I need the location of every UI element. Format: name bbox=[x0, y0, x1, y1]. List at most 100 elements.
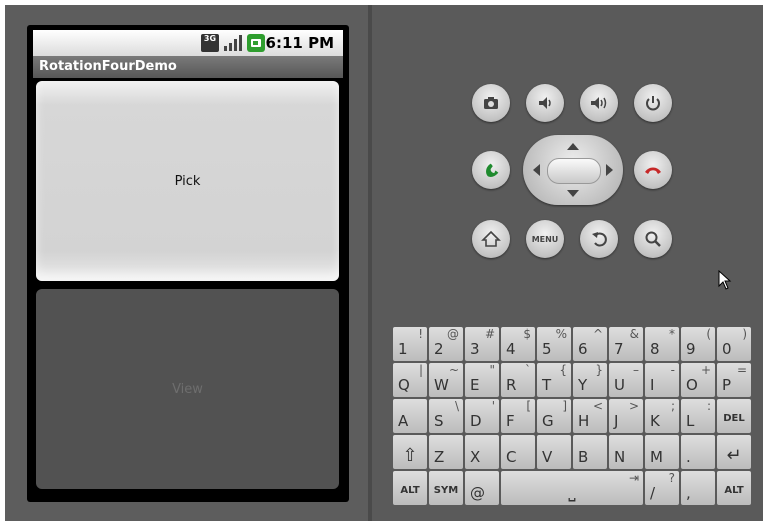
key-2-7[interactable]: K; bbox=[645, 399, 679, 433]
view-button[interactable]: View bbox=[36, 289, 339, 489]
key-label: P bbox=[722, 376, 732, 394]
key-3-7[interactable]: M bbox=[645, 435, 679, 469]
dpad-up-icon[interactable] bbox=[567, 143, 579, 150]
dpad[interactable] bbox=[523, 135, 623, 205]
key-label: Q bbox=[398, 376, 410, 394]
key-1-0[interactable]: Q | bbox=[393, 363, 427, 397]
key-0-2[interactable]: 3 # bbox=[465, 327, 499, 361]
key-label: L bbox=[686, 412, 695, 430]
key-2-2[interactable]: D ' bbox=[465, 399, 499, 433]
key-alt-label: & bbox=[629, 327, 639, 341]
key-1-6[interactable]: U – bbox=[609, 363, 643, 397]
key-alt-label: ] bbox=[562, 399, 567, 413]
key-0-3[interactable]: 4 $ bbox=[501, 327, 535, 361]
key-0-0[interactable]: 1! bbox=[393, 327, 427, 361]
key-label: V bbox=[542, 448, 553, 466]
key-label: 7 bbox=[614, 340, 624, 358]
key-0-7[interactable]: 8 * bbox=[645, 327, 679, 361]
status-bar: 3G 6:11 PM bbox=[33, 30, 343, 56]
key-2-9[interactable]: DEL bbox=[717, 399, 751, 433]
app-title: RotationFourDemo bbox=[39, 59, 177, 74]
key-3-8[interactable]: . bbox=[681, 435, 715, 469]
call-icon bbox=[486, 163, 499, 177]
key-label: A bbox=[398, 412, 409, 430]
key-0-1[interactable]: 2 @ bbox=[429, 327, 463, 361]
key-0-5[interactable]: 6 ^ bbox=[573, 327, 607, 361]
key-3-0[interactable]: ⇧ bbox=[393, 435, 427, 469]
key-1-8[interactable]: O + bbox=[681, 363, 715, 397]
key-label: SYM bbox=[433, 485, 459, 496]
key-2-5[interactable]: H < bbox=[573, 399, 607, 433]
key-0-6[interactable]: 7 & bbox=[609, 327, 643, 361]
key-4-1[interactable]: SYM bbox=[429, 471, 463, 505]
key-alt-label: – bbox=[633, 363, 639, 377]
network-3g-icon: 3G bbox=[201, 34, 219, 52]
key-3-5[interactable]: B bbox=[573, 435, 607, 469]
menu-button[interactable]: MENU bbox=[526, 220, 564, 258]
key-label: N bbox=[614, 448, 626, 466]
key-alt-label: ) bbox=[742, 327, 747, 341]
key-3-4[interactable]: V bbox=[537, 435, 571, 469]
key-label: M bbox=[650, 448, 663, 466]
power-button[interactable] bbox=[634, 84, 672, 122]
key-label: / bbox=[650, 484, 656, 502]
back-button[interactable] bbox=[580, 220, 618, 258]
dpad-left-icon[interactable] bbox=[533, 164, 540, 176]
key-0-9[interactable]: 0) bbox=[717, 327, 751, 361]
key-2-8[interactable]: L: bbox=[681, 399, 715, 433]
key-1-7[interactable]: I- bbox=[645, 363, 679, 397]
dpad-down-icon[interactable] bbox=[567, 190, 579, 197]
key-3-1[interactable]: Z bbox=[429, 435, 463, 469]
volume-up-button[interactable] bbox=[580, 84, 618, 122]
call-button[interactable] bbox=[472, 151, 510, 189]
end-call-button[interactable] bbox=[634, 151, 672, 189]
key-alt-label: @ bbox=[447, 327, 459, 341]
key-0-4[interactable]: 5% bbox=[537, 327, 571, 361]
key-label: T bbox=[542, 376, 552, 394]
key-4-6[interactable]: ALT bbox=[717, 471, 751, 505]
key-1-3[interactable]: R ` bbox=[501, 363, 535, 397]
key-3-9[interactable]: ↵ bbox=[717, 435, 751, 469]
key-label: Y bbox=[578, 376, 588, 394]
key-2-3[interactable]: F[ bbox=[501, 399, 535, 433]
key-3-6[interactable]: N bbox=[609, 435, 643, 469]
volume-down-button[interactable] bbox=[526, 84, 564, 122]
volume-down-icon bbox=[539, 97, 551, 109]
key-label: E bbox=[470, 376, 480, 394]
key-alt-label: ' bbox=[491, 399, 495, 413]
key-4-4[interactable]: /? bbox=[645, 471, 679, 505]
key-label: @ bbox=[470, 484, 485, 502]
key-1-5[interactable]: Y} bbox=[573, 363, 607, 397]
home-button[interactable] bbox=[472, 220, 510, 258]
camera-button[interactable] bbox=[472, 84, 510, 122]
end-call-icon bbox=[645, 167, 661, 174]
device-screen: 3G 6:11 PM RotationFourDemo Pick View bbox=[33, 30, 343, 494]
key-4-5[interactable]: , bbox=[681, 471, 715, 505]
key-label: DEL bbox=[723, 413, 745, 424]
key-alt-label: " bbox=[489, 363, 495, 377]
key-1-9[interactable]: P = bbox=[717, 363, 751, 397]
pick-button[interactable]: Pick bbox=[36, 81, 339, 281]
key-1-2[interactable]: E " bbox=[465, 363, 499, 397]
key-2-6[interactable]: J > bbox=[609, 399, 643, 433]
key-label: , bbox=[686, 484, 691, 502]
key-3-3[interactable]: C bbox=[501, 435, 535, 469]
key-2-4[interactable]: G] bbox=[537, 399, 571, 433]
key-3-2[interactable]: X bbox=[465, 435, 499, 469]
key-4-0[interactable]: ALT bbox=[393, 471, 427, 505]
key-2-1[interactable]: S \ bbox=[429, 399, 463, 433]
camera-icon bbox=[484, 97, 498, 109]
search-button[interactable] bbox=[634, 220, 672, 258]
key-1-1[interactable]: W ~ bbox=[429, 363, 463, 397]
key-label: 4 bbox=[506, 340, 516, 358]
key-4-2[interactable]: @ bbox=[465, 471, 499, 505]
key-4-3[interactable]: ⎵ ⇥ bbox=[501, 471, 643, 505]
key-1-4[interactable]: T{ bbox=[537, 363, 571, 397]
key-0-8[interactable]: 9( bbox=[681, 327, 715, 361]
key-alt-label: = bbox=[736, 363, 747, 377]
key-label: S bbox=[434, 412, 444, 430]
back-icon bbox=[592, 232, 607, 247]
key-2-0[interactable]: A bbox=[393, 399, 427, 433]
dpad-right-icon[interactable] bbox=[606, 164, 613, 176]
dpad-center-button[interactable] bbox=[547, 158, 601, 184]
